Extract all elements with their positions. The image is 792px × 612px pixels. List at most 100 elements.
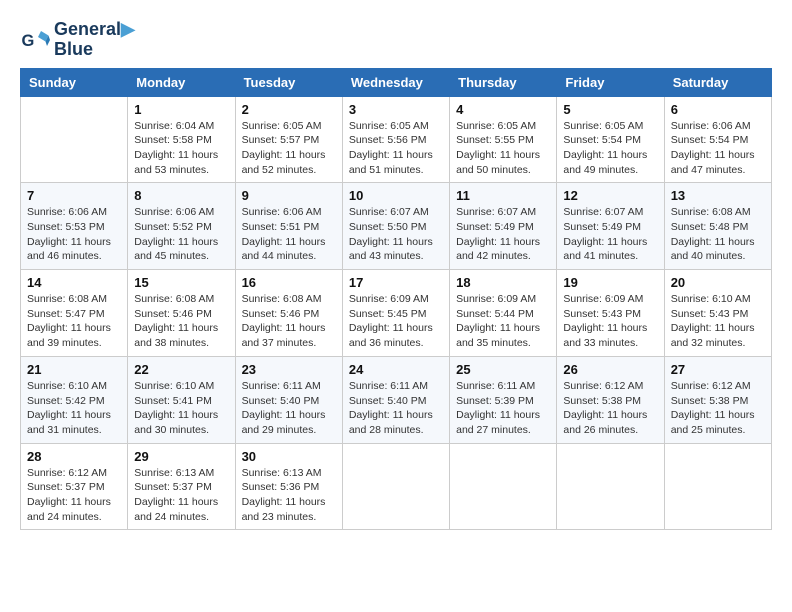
day-number: 3 xyxy=(349,102,443,117)
day-number: 21 xyxy=(27,362,121,377)
column-header-friday: Friday xyxy=(557,68,664,96)
calendar-cell: 26Sunrise: 6:12 AM Sunset: 5:38 PM Dayli… xyxy=(557,356,664,443)
calendar-cell: 24 Sunrise: 6:11 AM Sunset: 5:40 PM Dayli… xyxy=(342,356,449,443)
day-number: 28 xyxy=(27,449,121,464)
calendar-cell: 6 Sunrise: 6:06 AM Sunset: 5:54 PM Daylig… xyxy=(664,96,771,183)
day-number: 19 xyxy=(563,275,657,290)
day-number: 13 xyxy=(671,188,765,203)
calendar-cell: 4 Sunrise: 6:05 AM Sunset: 5:55 PM Daylig… xyxy=(450,96,557,183)
calendar-cell: 18 Sunrise: 6:09 AM Sunset: 5:44 PM Dayli… xyxy=(450,270,557,357)
day-info: Sunrise: 6:12 AM Sunset: 5:38 PM Dayligh… xyxy=(671,379,765,438)
calendar-cell: 5 Sunrise: 6:05 AM Sunset: 5:54 PM Daylig… xyxy=(557,96,664,183)
day-info: Sunrise: 6:06 AM Sunset: 5:54 PM Dayligh… xyxy=(671,119,765,178)
day-info: Sunrise: 6:07 AM Sunset: 5:49 PM Dayligh… xyxy=(456,205,550,264)
calendar-cell: 12 Sunrise: 6:07 AM Sunset: 5:49 PM Dayli… xyxy=(557,183,664,270)
day-number: 11 xyxy=(456,188,550,203)
calendar-cell xyxy=(664,443,771,530)
day-info: Sunrise: 6:06 AM Sunset: 5:52 PM Dayligh… xyxy=(134,205,228,264)
day-number: 10 xyxy=(349,188,443,203)
day-number: 15 xyxy=(134,275,228,290)
day-info: Sunrise: 6:06 AM Sunset: 5:53 PM Dayligh… xyxy=(27,205,121,264)
calendar-cell: 30 Sunrise: 6:13 AM Sunset: 5:36 PM Dayli… xyxy=(235,443,342,530)
day-number: 23 xyxy=(242,362,336,377)
day-info: Sunrise: 6:07 AM Sunset: 5:50 PM Dayligh… xyxy=(349,205,443,264)
day-info: Sunrise: 6:08 AM Sunset: 5:46 PM Dayligh… xyxy=(134,292,228,351)
day-info: Sunrise: 6:05 AM Sunset: 5:55 PM Dayligh… xyxy=(456,119,550,178)
day-info: Sunrise: 6:06 AM Sunset: 5:51 PM Dayligh… xyxy=(242,205,336,264)
logo-text: General▶ Blue xyxy=(54,20,135,60)
day-number: 1 xyxy=(134,102,228,117)
calendar-cell: 20Sunrise: 6:10 AM Sunset: 5:43 PM Dayli… xyxy=(664,270,771,357)
calendar-cell: 22 Sunrise: 6:10 AM Sunset: 5:41 PM Dayli… xyxy=(128,356,235,443)
calendar-cell: 28 Sunrise: 6:12 AM Sunset: 5:37 PM Dayli… xyxy=(21,443,128,530)
calendar-cell: 8 Sunrise: 6:06 AM Sunset: 5:52 PM Daylig… xyxy=(128,183,235,270)
day-info: Sunrise: 6:12 AM Sunset: 5:37 PM Dayligh… xyxy=(27,466,121,525)
calendar-cell: 16 Sunrise: 6:08 AM Sunset: 5:46 PM Dayli… xyxy=(235,270,342,357)
logo-icon: G xyxy=(20,25,50,55)
calendar-cell: 9 Sunrise: 6:06 AM Sunset: 5:51 PM Daylig… xyxy=(235,183,342,270)
day-info: Sunrise: 6:05 AM Sunset: 5:54 PM Dayligh… xyxy=(563,119,657,178)
day-number: 24 xyxy=(349,362,443,377)
calendar-week-4: 21 Sunrise: 6:10 AM Sunset: 5:42 PM Dayli… xyxy=(21,356,772,443)
day-number: 5 xyxy=(563,102,657,117)
day-number: 22 xyxy=(134,362,228,377)
day-number: 7 xyxy=(27,188,121,203)
day-number: 14 xyxy=(27,275,121,290)
column-header-tuesday: Tuesday xyxy=(235,68,342,96)
day-number: 4 xyxy=(456,102,550,117)
day-info: Sunrise: 6:10 AM Sunset: 5:42 PM Dayligh… xyxy=(27,379,121,438)
day-number: 29 xyxy=(134,449,228,464)
day-info: Sunrise: 6:11 AM Sunset: 5:39 PM Dayligh… xyxy=(456,379,550,438)
calendar-cell: 29 Sunrise: 6:13 AM Sunset: 5:37 PM Dayli… xyxy=(128,443,235,530)
calendar-header: SundayMondayTuesdayWednesdayThursdayFrid… xyxy=(21,68,772,96)
day-info: Sunrise: 6:08 AM Sunset: 5:48 PM Dayligh… xyxy=(671,205,765,264)
day-number: 12 xyxy=(563,188,657,203)
calendar-table: SundayMondayTuesdayWednesdayThursdayFrid… xyxy=(20,68,772,531)
calendar-cell: 10 Sunrise: 6:07 AM Sunset: 5:50 PM Dayli… xyxy=(342,183,449,270)
svg-text:G: G xyxy=(22,32,35,50)
column-header-wednesday: Wednesday xyxy=(342,68,449,96)
day-number: 2 xyxy=(242,102,336,117)
day-info: Sunrise: 6:13 AM Sunset: 5:36 PM Dayligh… xyxy=(242,466,336,525)
calendar-cell: 14 Sunrise: 6:08 AM Sunset: 5:47 PM Dayli… xyxy=(21,270,128,357)
column-header-monday: Monday xyxy=(128,68,235,96)
day-number: 8 xyxy=(134,188,228,203)
day-info: Sunrise: 6:04 AM Sunset: 5:58 PM Dayligh… xyxy=(134,119,228,178)
day-number: 9 xyxy=(242,188,336,203)
day-number: 25 xyxy=(456,362,550,377)
day-number: 30 xyxy=(242,449,336,464)
calendar-cell: 27 Sunrise: 6:12 AM Sunset: 5:38 PM Dayli… xyxy=(664,356,771,443)
day-number: 26 xyxy=(563,362,657,377)
calendar-cell: 2 Sunrise: 6:05 AM Sunset: 5:57 PM Daylig… xyxy=(235,96,342,183)
calendar-cell: 19Sunrise: 6:09 AM Sunset: 5:43 PM Dayli… xyxy=(557,270,664,357)
calendar-cell: 13 Sunrise: 6:08 AM Sunset: 5:48 PM Dayli… xyxy=(664,183,771,270)
day-info: Sunrise: 6:09 AM Sunset: 5:44 PM Dayligh… xyxy=(456,292,550,351)
day-info: Sunrise: 6:07 AM Sunset: 5:49 PM Dayligh… xyxy=(563,205,657,264)
day-info: Sunrise: 6:11 AM Sunset: 5:40 PM Dayligh… xyxy=(349,379,443,438)
day-info: Sunrise: 6:09 AM Sunset: 5:45 PM Dayligh… xyxy=(349,292,443,351)
column-header-thursday: Thursday xyxy=(450,68,557,96)
day-info: Sunrise: 6:05 AM Sunset: 5:57 PM Dayligh… xyxy=(242,119,336,178)
calendar-cell xyxy=(557,443,664,530)
day-info: Sunrise: 6:08 AM Sunset: 5:47 PM Dayligh… xyxy=(27,292,121,351)
day-info: Sunrise: 6:10 AM Sunset: 5:41 PM Dayligh… xyxy=(134,379,228,438)
day-number: 27 xyxy=(671,362,765,377)
calendar-week-1: 1 Sunrise: 6:04 AM Sunset: 5:58 PM Daylig… xyxy=(21,96,772,183)
calendar-cell xyxy=(342,443,449,530)
column-header-saturday: Saturday xyxy=(664,68,771,96)
calendar-week-3: 14 Sunrise: 6:08 AM Sunset: 5:47 PM Dayli… xyxy=(21,270,772,357)
calendar-cell: 11 Sunrise: 6:07 AM Sunset: 5:49 PM Dayli… xyxy=(450,183,557,270)
day-number: 6 xyxy=(671,102,765,117)
calendar-cell xyxy=(21,96,128,183)
logo: G General▶ Blue xyxy=(20,20,135,60)
calendar-week-2: 7 Sunrise: 6:06 AM Sunset: 5:53 PM Daylig… xyxy=(21,183,772,270)
day-info: Sunrise: 6:08 AM Sunset: 5:46 PM Dayligh… xyxy=(242,292,336,351)
calendar-cell: 7 Sunrise: 6:06 AM Sunset: 5:53 PM Daylig… xyxy=(21,183,128,270)
day-info: Sunrise: 6:05 AM Sunset: 5:56 PM Dayligh… xyxy=(349,119,443,178)
calendar-cell: 15 Sunrise: 6:08 AM Sunset: 5:46 PM Dayli… xyxy=(128,270,235,357)
day-number: 18 xyxy=(456,275,550,290)
page-header: G General▶ Blue xyxy=(20,20,772,60)
day-number: 16 xyxy=(242,275,336,290)
day-info: Sunrise: 6:13 AM Sunset: 5:37 PM Dayligh… xyxy=(134,466,228,525)
calendar-cell: 1 Sunrise: 6:04 AM Sunset: 5:58 PM Daylig… xyxy=(128,96,235,183)
